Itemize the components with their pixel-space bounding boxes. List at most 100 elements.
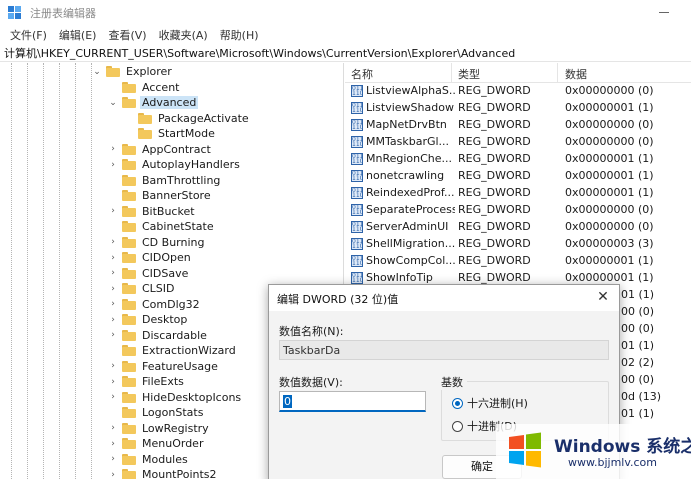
menu-view[interactable]: 查看(V) — [102, 27, 152, 43]
value-row[interactable]: 011 110 ListviewAlphaS... REG_DWORD 0x000000… — [345, 83, 691, 100]
value-row[interactable]: 011 110 nonetcrawling REG_DWORD 0x00000001 (… — [345, 168, 691, 185]
value-data-partial: 01 (1) — [621, 288, 655, 301]
folder-icon — [122, 469, 136, 479]
menu-help[interactable]: 帮助(H) — [214, 27, 265, 43]
tree-item-label: LowRegistry — [142, 421, 209, 435]
value-name-field: TaskbarDa — [279, 340, 609, 360]
value-row[interactable]: 011 110 SeparateProcess REG_DWORD 0x00000000… — [345, 202, 691, 219]
chevron-right-icon[interactable]: › — [108, 314, 118, 326]
tree-item[interactable]: › LowRegistry — [108, 421, 211, 437]
value-type: REG_DWORD — [458, 101, 531, 114]
value-name: 011 110 ListviewShadow — [351, 101, 455, 114]
chevron-right-icon[interactable]: › — [108, 159, 118, 171]
folder-icon — [122, 376, 136, 388]
tree-item[interactable]: › AppContract — [108, 142, 213, 158]
tree-item[interactable]: › Modules — [108, 452, 190, 468]
value-name-text: ReindexedProf... — [366, 186, 455, 199]
tree-item[interactable]: › CD Burning — [108, 235, 206, 251]
chevron-right-icon[interactable]: › — [108, 376, 118, 388]
chevron-right-icon[interactable]: › — [108, 438, 118, 450]
tree-item[interactable]: › Desktop — [108, 312, 189, 328]
chevron-right-icon[interactable]: › — [108, 329, 118, 341]
tree-item[interactable]: › MenuOrder — [108, 436, 205, 452]
tree-item[interactable]: › CLSID — [108, 281, 177, 297]
value-row[interactable]: 011 110 ServerAdminUI REG_DWORD 0x00000000 (… — [345, 219, 691, 236]
value-row[interactable]: 011 110 MMTaskbarGl... REG_DWORD 0x00000000 … — [345, 134, 691, 151]
chevron-right-icon[interactable]: › — [108, 267, 118, 279]
value-data-input[interactable]: 0 — [279, 391, 426, 412]
folder-icon — [122, 159, 136, 171]
chevron-right-icon[interactable]: › — [108, 252, 118, 264]
tree-item[interactable]: › ComDlg32 — [108, 297, 202, 313]
tree-item-label: CIDOpen — [142, 251, 191, 265]
dword-icon: 011 110 — [351, 254, 363, 267]
tree-item[interactable]: ExtractionWizard — [108, 343, 238, 359]
chevron-right-icon[interactable]: › — [108, 453, 118, 465]
minimize-button[interactable] — [655, 4, 675, 20]
tree-item-label: MenuOrder — [142, 437, 204, 451]
value-name-text: ShowCompCol... — [366, 254, 455, 267]
chevron-down-icon[interactable]: ⌄ — [92, 66, 102, 78]
radio-dec-indicator[interactable] — [452, 420, 463, 432]
value-type: REG_DWORD — [458, 169, 531, 182]
chevron-right-icon[interactable]: › — [108, 469, 118, 479]
tree-item[interactable]: StartMode — [124, 126, 217, 142]
header-type[interactable]: 类型 — [458, 66, 480, 82]
watermark-url: www.bjjmlv.com — [568, 456, 657, 469]
chevron-right-icon[interactable]: › — [108, 283, 118, 295]
tree-item[interactable]: › Discardable — [108, 328, 209, 344]
tree-item-label: FeatureUsage — [142, 359, 218, 373]
value-data-partial: 01 (1) — [621, 407, 655, 420]
tree-item[interactable]: PackageActivate — [124, 111, 251, 127]
value-name-text: MnRegionChe... — [366, 152, 453, 165]
radio-hex[interactable]: 十六进制(H) — [452, 395, 528, 411]
close-icon[interactable]: ✕ — [595, 289, 611, 305]
menu-favorites[interactable]: 收藏夹(A) — [153, 27, 214, 43]
tree-item[interactable]: › MountPoints2 — [108, 467, 219, 479]
chevron-right-icon[interactable]: › — [108, 391, 118, 403]
tree-item[interactable]: › BitBucket — [108, 204, 197, 220]
tree-item[interactable]: › CIDSave — [108, 266, 190, 282]
tree-item[interactable]: › FeatureUsage — [108, 359, 220, 375]
tree-item[interactable]: › AutoplayHandlers — [108, 157, 242, 173]
tree-item[interactable]: BannerStore — [108, 188, 213, 204]
radio-hex-indicator[interactable] — [452, 397, 463, 409]
tree-item-label: Advanced — [140, 96, 199, 110]
value-row[interactable]: 011 110 ReindexedProf... REG_DWORD 0x0000000… — [345, 185, 691, 202]
tree-item[interactable]: › HideDesktopIcons — [108, 390, 243, 406]
tree-item[interactable]: › FileExts — [108, 374, 186, 390]
folder-icon — [106, 66, 120, 78]
chevron-right-icon[interactable]: › — [108, 298, 118, 310]
value-data-partial: 00 (0) — [621, 322, 655, 335]
value-row[interactable]: 011 110 MnRegionChe... REG_DWORD 0x00000001 … — [345, 151, 691, 168]
address-bar[interactable]: 计算机\HKEY_CURRENT_USER\Software\Microsoft… — [0, 44, 691, 62]
chevron-right-icon[interactable]: › — [108, 205, 118, 217]
tree-item[interactable]: ⌄ Explorer — [92, 64, 174, 80]
value-type: REG_DWORD — [458, 152, 531, 165]
value-row[interactable]: 011 110 ShellMigration... REG_DWORD 0x000000… — [345, 236, 691, 253]
radio-hex-label: 十六进制(H) — [467, 397, 528, 410]
chevron-right-icon[interactable]: › — [108, 360, 118, 372]
tree-item[interactable]: Accent — [108, 80, 181, 96]
value-row[interactable]: 011 110 MapNetDrvBtn REG_DWORD 0x00000000 (0… — [345, 117, 691, 134]
tree-item[interactable]: CabinetState — [108, 219, 216, 235]
tree-item[interactable]: LogonStats — [108, 405, 205, 421]
value-row[interactable]: 011 110 ListviewShadow REG_DWORD 0x00000001 … — [345, 100, 691, 117]
tree-item[interactable]: BamThrottling — [108, 173, 222, 189]
tree-item-label: ComDlg32 — [142, 297, 200, 311]
chevron-right-icon[interactable]: › — [108, 422, 118, 434]
tree-item[interactable]: ⌄ Advanced — [108, 95, 199, 111]
header-name[interactable]: 名称 — [351, 66, 373, 82]
menu-bar: 文件(F) 编辑(E) 查看(V) 收藏夹(A) 帮助(H) — [0, 26, 691, 44]
menu-edit[interactable]: 编辑(E) — [53, 27, 103, 43]
chevron-down-icon[interactable]: ⌄ — [108, 97, 118, 109]
header-data[interactable]: 数据 — [565, 66, 587, 82]
value-data: 0x00000001 (1) — [565, 254, 654, 267]
chevron-right-icon[interactable]: › — [108, 143, 118, 155]
tree-item[interactable]: › CIDOpen — [108, 250, 193, 266]
value-row[interactable]: 011 110 ShowCompCol... REG_DWORD 0x00000001 … — [345, 253, 691, 270]
value-type: REG_DWORD — [458, 220, 531, 233]
menu-file[interactable]: 文件(F) — [4, 27, 53, 43]
chevron-right-icon[interactable]: › — [108, 236, 118, 248]
